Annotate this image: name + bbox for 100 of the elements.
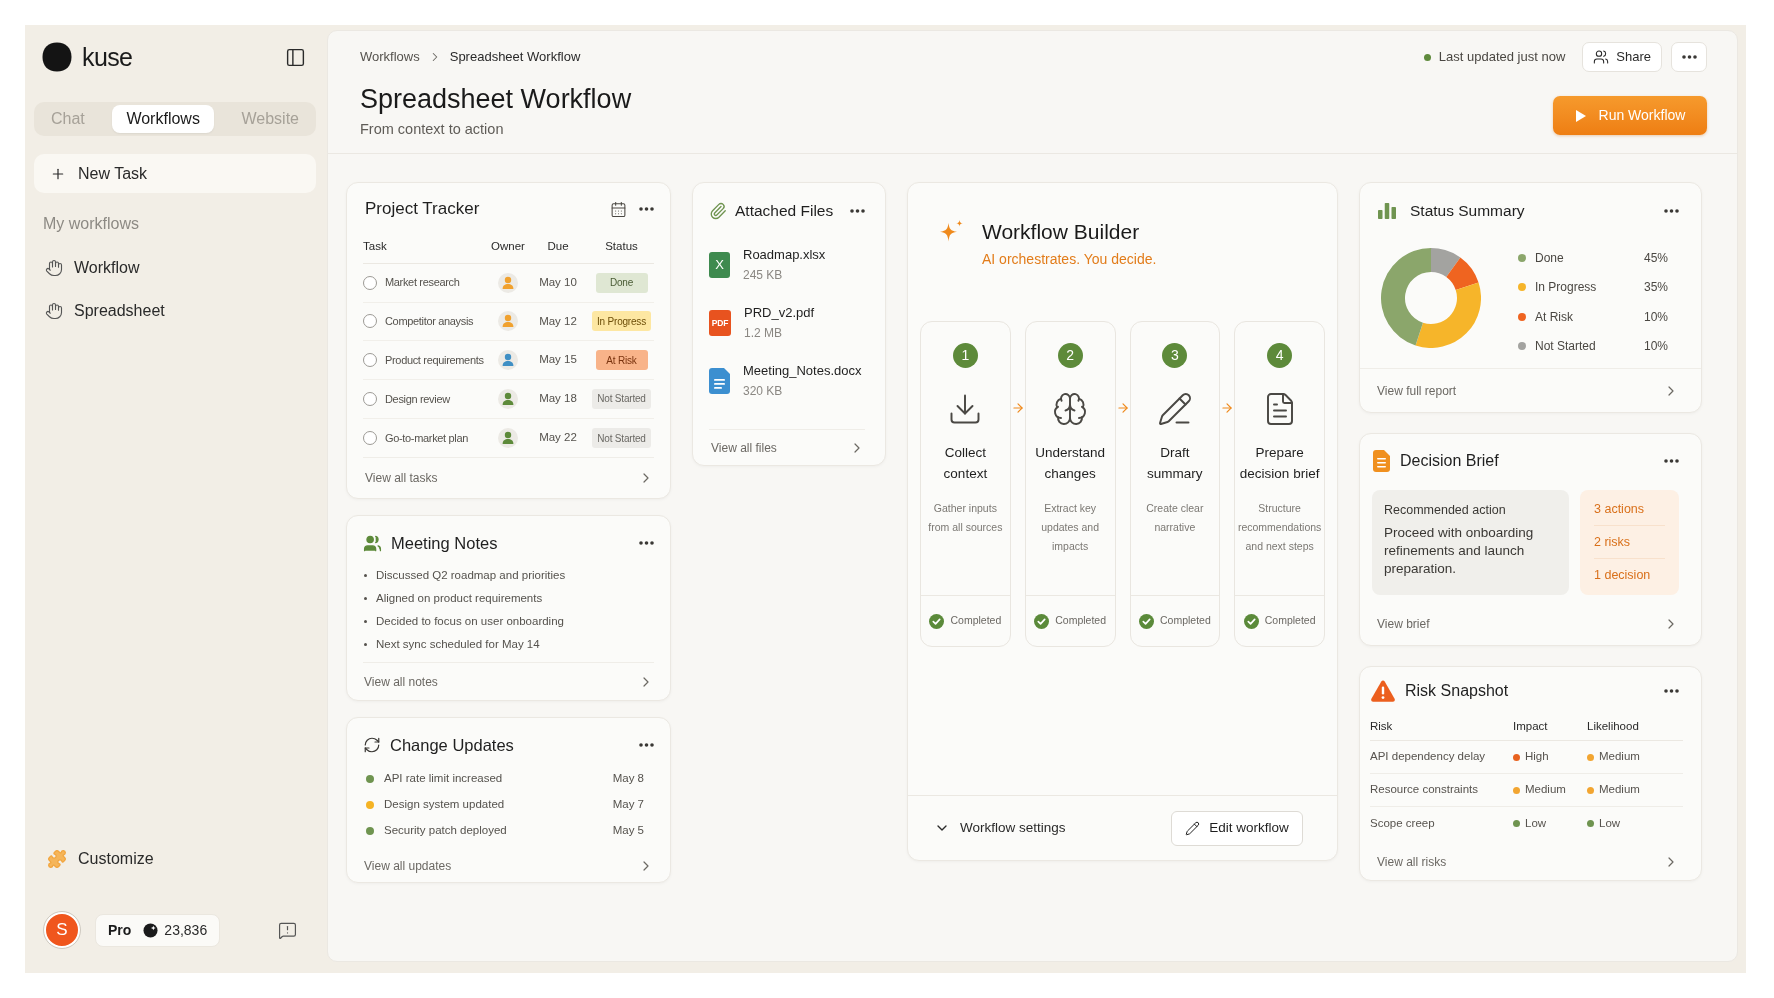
edit-workflow-button[interactable]: Edit workflow: [1171, 810, 1303, 846]
play-icon: [1574, 108, 1587, 123]
note-text: Decided to focus on user onboarding: [376, 613, 564, 629]
due-date: May 22: [539, 430, 577, 446]
legend-label: At Risk: [1535, 308, 1573, 326]
card-title: Change Updates: [390, 734, 514, 756]
more-icon[interactable]: [639, 743, 654, 747]
users-icon: [1593, 49, 1610, 65]
step-status: Completed: [1055, 613, 1106, 629]
paperclip-icon: [709, 202, 727, 220]
file-size: 1.2 MB: [744, 325, 783, 342]
checkbox[interactable]: [363, 353, 377, 368]
view-all-link[interactable]: View all risks: [1360, 844, 1701, 880]
step-description: Extract key updates and impacts: [1040, 501, 1101, 554]
file-name[interactable]: PRD_v2.pdf: [744, 303, 815, 323]
bullet-icon: [364, 574, 367, 577]
risk-name: Scope creep: [1370, 815, 1435, 831]
risk-level: Medium: [1525, 782, 1566, 798]
customize-button[interactable]: Customize: [34, 844, 316, 874]
legend-value: 35%: [1643, 279, 1668, 297]
view-all-link[interactable]: View brief: [1360, 603, 1701, 645]
update-date: May 5: [612, 823, 644, 839]
document-icon: [1373, 450, 1390, 472]
page-title: Spreadsheet Workflow: [360, 83, 632, 115]
step-number: 1: [952, 343, 978, 368]
builder-title: Workflow Builder: [982, 219, 1141, 245]
breadcrumb-link[interactable]: Workflows: [360, 47, 420, 67]
arrow-right-icon: [1010, 401, 1025, 415]
due-date: May 10: [539, 275, 577, 291]
logo-icon: [42, 42, 72, 72]
status-label: Done: [595, 272, 648, 293]
card-title: Status Summary: [1410, 201, 1525, 222]
section-title: My workflows: [42, 214, 140, 234]
feedback-icon[interactable]: [278, 920, 297, 940]
sidebar-toggle-icon[interactable]: [285, 46, 306, 68]
column-header: Status: [605, 239, 638, 255]
file-name[interactable]: Meeting_Notes.docx: [743, 361, 862, 381]
calendar-icon[interactable]: [610, 200, 627, 218]
legend-label: Done: [1535, 249, 1564, 267]
legend-label: In Progress: [1535, 279, 1597, 297]
view-all-link[interactable]: View all tasks: [363, 457, 654, 499]
step-status: Completed: [950, 613, 1002, 629]
view-all-link[interactable]: View all notes: [363, 662, 654, 700]
column-header: Risk: [1370, 718, 1393, 734]
file-name[interactable]: Roadmap.xlsx: [743, 245, 826, 265]
more-icon[interactable]: [1664, 689, 1679, 693]
step-number: 4: [1267, 343, 1293, 368]
more-icon[interactable]: [639, 207, 654, 211]
update-text: API rate limit increased: [384, 771, 503, 787]
recommendation-text: Proceed with onboarding refinements and launch preparation.: [1384, 524, 1535, 578]
summary-count: 2 risks: [1594, 533, 1631, 551]
builder-subtitle: AI orchestrates. You decide.: [982, 250, 1157, 268]
sidebar-item[interactable]: Workflow: [34, 246, 316, 289]
column-header: Likelihood: [1587, 718, 1639, 734]
view-all-link[interactable]: View full report: [1360, 368, 1701, 412]
more-icon[interactable]: [850, 209, 865, 213]
view-all-link[interactable]: View all files: [709, 429, 865, 465]
recommendation-label: Recommended action: [1384, 502, 1507, 519]
status-label: Not Started: [592, 428, 651, 448]
step-title: Collect context: [942, 444, 989, 483]
pencil-icon: [1156, 391, 1193, 427]
refresh-icon: [363, 736, 381, 754]
due-date: May 12: [539, 313, 577, 329]
task-name: Product requirements: [385, 352, 484, 368]
sidebar-item[interactable]: Spreadsheet: [34, 289, 316, 332]
more-icon[interactable]: [1664, 209, 1679, 213]
checkbox[interactable]: [363, 314, 377, 329]
new-task-button[interactable]: New Task: [34, 154, 316, 193]
risk-level: Medium: [1599, 749, 1640, 765]
checkbox[interactable]: [363, 275, 377, 290]
page-subtitle: From context to action: [360, 120, 505, 138]
more-button[interactable]: [1671, 42, 1707, 72]
card-title: Decision Brief: [1400, 451, 1499, 471]
task-name: Go-to-market plan: [385, 430, 469, 446]
update-date: May 8: [612, 771, 644, 787]
column-header: Task: [363, 239, 387, 255]
step-number: 2: [1057, 343, 1083, 368]
status-label: Not Started: [592, 388, 651, 409]
legend-value: 45%: [1643, 249, 1668, 267]
step-description: Create clear narrative: [1145, 501, 1205, 535]
share-button[interactable]: Share: [1582, 42, 1662, 72]
update-text: Design system updated: [384, 797, 505, 813]
more-icon[interactable]: [1664, 459, 1679, 463]
task-name: Design review: [385, 391, 450, 407]
checkbox[interactable]: [363, 391, 377, 406]
more-icon[interactable]: [639, 541, 654, 545]
tab[interactable]: Workflows: [112, 105, 214, 133]
pencil-icon: [1185, 820, 1201, 836]
credit-icon: [143, 922, 159, 938]
brain-icon: [1052, 391, 1089, 427]
column-header: Impact: [1513, 718, 1548, 734]
breadcrumb-current: Spreadsheet Workflow: [449, 48, 581, 67]
note-text: Next sync scheduled for May 14: [376, 636, 540, 652]
settings-toggle[interactable]: Workflow settings: [934, 817, 1066, 839]
risk-level: Medium: [1599, 782, 1640, 798]
spreadsheet-file-icon: X: [709, 252, 730, 278]
status-label: In Progress: [592, 311, 651, 332]
view-all-link[interactable]: View all updates: [363, 850, 654, 882]
checkbox[interactable]: [363, 431, 377, 445]
step-description: Gather inputs from all sources: [927, 501, 1004, 535]
